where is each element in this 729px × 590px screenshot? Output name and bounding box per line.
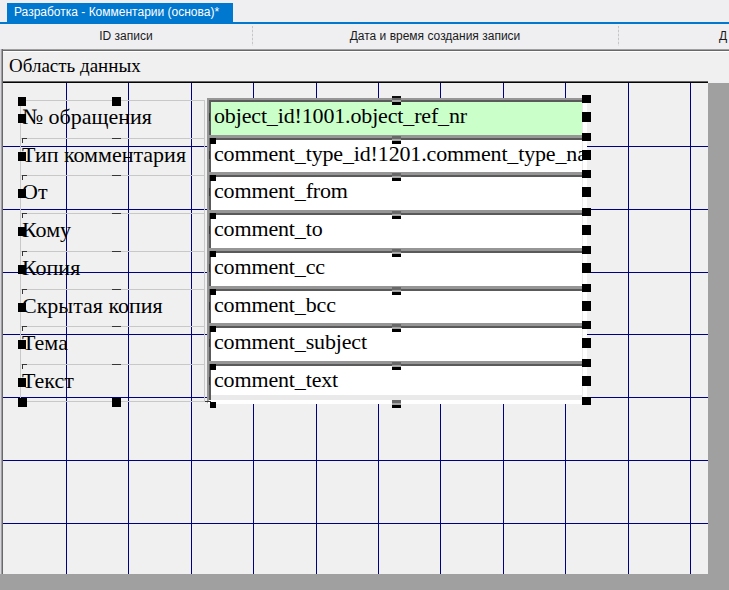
selection-handle[interactable] bbox=[392, 136, 401, 144]
selection-handle[interactable] bbox=[582, 225, 591, 235]
selection-handle[interactable] bbox=[112, 97, 121, 106]
field-label[interactable]: Текст bbox=[20, 364, 204, 402]
selection-handle[interactable] bbox=[209, 302, 210, 310]
selection-handle[interactable] bbox=[582, 284, 591, 292]
selection-handle[interactable] bbox=[209, 113, 210, 121]
selection-mark bbox=[22, 138, 23, 143]
selection-mark bbox=[22, 364, 23, 369]
selection-handle[interactable] bbox=[209, 339, 210, 347]
selection-handle[interactable] bbox=[392, 362, 401, 370]
selection-mark bbox=[112, 364, 121, 365]
selection-mark bbox=[22, 175, 23, 180]
selection-mark bbox=[112, 326, 121, 327]
selection-handle[interactable] bbox=[392, 287, 401, 295]
selection-mark bbox=[22, 213, 23, 218]
selection-handle[interactable] bbox=[112, 398, 121, 407]
selection-handle[interactable] bbox=[582, 187, 591, 197]
designer-window: Разработка - Комментарии (основа)* ID за… bbox=[0, 0, 729, 590]
selection-handle[interactable] bbox=[392, 400, 401, 408]
selection-handle[interactable] bbox=[210, 289, 216, 295]
selection-handle[interactable] bbox=[18, 189, 26, 198]
selection-handle[interactable] bbox=[392, 211, 401, 219]
selection-handle[interactable] bbox=[209, 151, 210, 159]
selection-handle[interactable] bbox=[582, 150, 591, 160]
field-label[interactable]: Кому bbox=[20, 213, 204, 251]
selection-handle[interactable] bbox=[582, 301, 591, 311]
field-label[interactable]: От bbox=[20, 175, 204, 213]
field-label[interactable]: Скрытая копия bbox=[20, 289, 204, 327]
selection-handle[interactable] bbox=[210, 213, 216, 219]
selection-mark bbox=[112, 251, 121, 252]
selection-handle[interactable] bbox=[209, 188, 210, 196]
selection-handle[interactable] bbox=[582, 397, 591, 405]
selection-handle[interactable] bbox=[210, 251, 216, 257]
selection-mark bbox=[112, 213, 121, 214]
field-label[interactable]: Копия bbox=[20, 251, 204, 289]
selection-handle[interactable] bbox=[210, 326, 216, 332]
selection-handle[interactable] bbox=[210, 138, 216, 144]
selection-handle[interactable] bbox=[210, 175, 216, 181]
selection-handle[interactable] bbox=[209, 377, 210, 385]
selection-handle[interactable] bbox=[210, 364, 216, 370]
selection-handle[interactable] bbox=[210, 402, 216, 408]
selection-handle[interactable] bbox=[209, 264, 210, 272]
design-objects-layer: № обращенияobject_id!1001.object_ref_nrТ… bbox=[0, 0, 729, 590]
selection-mark bbox=[112, 138, 121, 139]
selection-handle[interactable] bbox=[582, 376, 591, 386]
selection-handle[interactable] bbox=[582, 246, 591, 254]
selection-handle[interactable] bbox=[392, 96, 401, 105]
selection-handle[interactable] bbox=[18, 265, 26, 274]
selection-handle[interactable] bbox=[18, 97, 26, 106]
selection-handle[interactable] bbox=[582, 208, 591, 216]
selection-handle[interactable] bbox=[392, 173, 401, 181]
selection-handle[interactable] bbox=[582, 112, 591, 122]
field-label[interactable]: Тип комментария bbox=[20, 138, 204, 176]
selection-handle[interactable] bbox=[18, 303, 26, 312]
selection-handle[interactable] bbox=[582, 321, 591, 329]
selection-mark bbox=[22, 326, 23, 331]
selection-mark bbox=[112, 289, 121, 290]
selection-handle[interactable] bbox=[18, 114, 26, 123]
selection-handle[interactable] bbox=[18, 152, 26, 161]
selection-handle[interactable] bbox=[209, 226, 210, 234]
selection-handle[interactable] bbox=[582, 95, 591, 103]
selection-handle[interactable] bbox=[582, 359, 591, 367]
selection-mark bbox=[22, 251, 23, 256]
selection-handle[interactable] bbox=[582, 170, 591, 178]
selection-handle[interactable] bbox=[392, 249, 401, 257]
selection-handle[interactable] bbox=[18, 378, 26, 387]
selection-handle[interactable] bbox=[392, 324, 401, 332]
field-label[interactable]: Тема bbox=[20, 326, 204, 364]
selection-handle[interactable] bbox=[582, 133, 591, 141]
selection-mark bbox=[205, 401, 211, 402]
selection-handle[interactable] bbox=[18, 340, 26, 349]
selection-handle[interactable] bbox=[582, 338, 591, 348]
selection-mark bbox=[112, 175, 121, 176]
selection-handle[interactable] bbox=[582, 263, 591, 273]
selection-handle[interactable] bbox=[18, 398, 27, 407]
selection-mark bbox=[22, 289, 23, 294]
selection-handle[interactable] bbox=[18, 227, 26, 236]
